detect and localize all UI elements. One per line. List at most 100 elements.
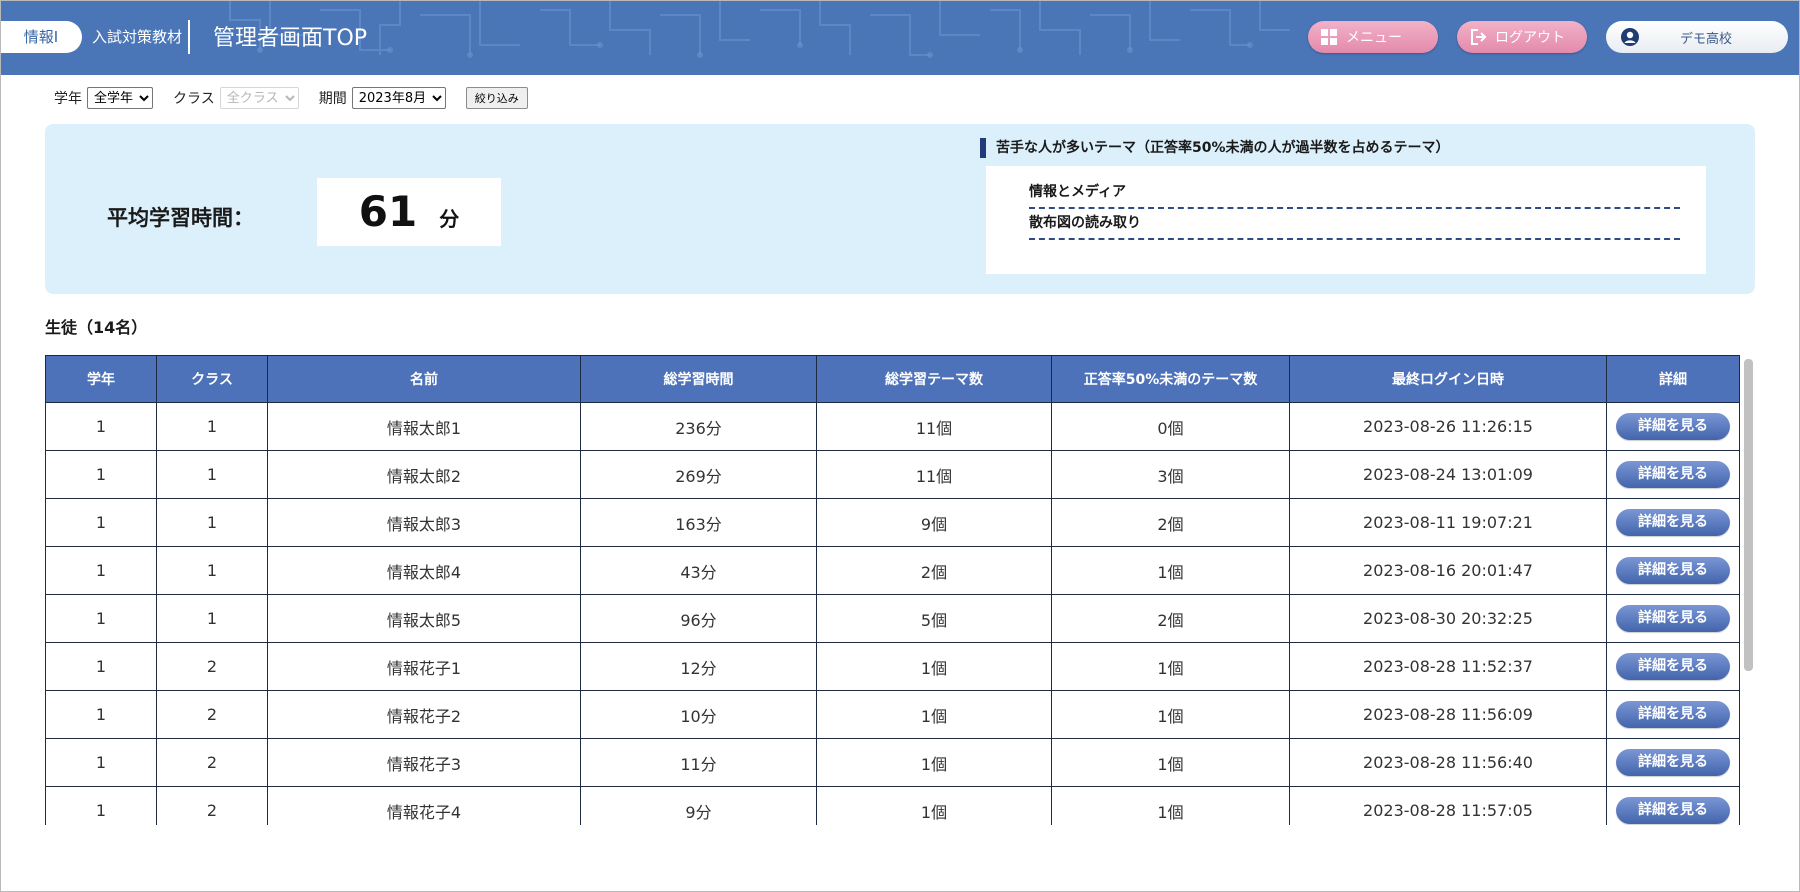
- cell-total-time: 236分: [580, 402, 817, 451]
- view-detail-button[interactable]: 詳細を見る: [1616, 749, 1730, 776]
- period-select[interactable]: 2023年8月: [351, 87, 446, 109]
- cell-weak-count: 1個: [1051, 738, 1290, 787]
- table-row: 1 2 情報花子3 11分 1個 1個 2023-08-28 11:56:40 詳細を見る: [45, 738, 1740, 787]
- table-row: 1 2 情報花子1 12分 1個 1個 2023-08-28 11:52:37 詳細を見る: [45, 642, 1740, 691]
- cell-name: 情報太郎4: [267, 546, 581, 595]
- summary-panel: 平均学習時間： 61 分 苦手な人が多いテーマ（正答率50%未満の人が過半数を占…: [45, 124, 1755, 294]
- brand-badge: 情報I: [0, 21, 82, 53]
- view-detail-button[interactable]: 詳細を見る: [1616, 461, 1730, 488]
- class-select[interactable]: 全クラス: [219, 87, 299, 109]
- user-icon: [1621, 28, 1639, 46]
- cell-theme-count: 1個: [816, 690, 1052, 739]
- view-detail-button[interactable]: 詳細を見る: [1616, 653, 1730, 680]
- cell-class: 2: [156, 690, 268, 739]
- cell-class: 1: [156, 402, 268, 451]
- cell-last-login: 2023-08-16 20:01:47: [1289, 546, 1607, 595]
- table-row: 1 1 情報太郎1 236分 11個 0個 2023-08-26 11:26:15 詳細を見る: [45, 402, 1740, 451]
- cell-class: 2: [156, 642, 268, 691]
- view-detail-button[interactable]: 詳細を見る: [1616, 413, 1730, 440]
- cell-weak-count: 1個: [1051, 642, 1290, 691]
- weak-theme-item: 散布図の読み取り: [1029, 209, 1680, 240]
- column-header-total-time: 総学習時間: [580, 355, 817, 403]
- cell-class: 2: [156, 786, 268, 825]
- column-header-name: 名前: [267, 355, 581, 403]
- view-detail-button[interactable]: 詳細を見る: [1616, 797, 1730, 824]
- cell-weak-count: 2個: [1051, 498, 1290, 547]
- cell-detail: 詳細を見る: [1606, 642, 1740, 691]
- cell-weak-count: 2個: [1051, 594, 1290, 643]
- column-header-weak-count: 正答率50%未満のテーマ数: [1051, 355, 1290, 403]
- grid-icon: [1321, 29, 1337, 45]
- logout-icon: [1471, 29, 1487, 45]
- cell-total-time: 43分: [580, 546, 817, 595]
- cell-weak-count: 1個: [1051, 546, 1290, 595]
- students-table-container[interactable]: 学年 クラス 名前 総学習時間 総学習テーマ数 正答率50%未満のテーマ数 最終…: [45, 355, 1754, 825]
- table-header-row: 学年 クラス 名前 総学習時間 総学習テーマ数 正答率50%未満のテーマ数 最終…: [45, 355, 1740, 403]
- cell-detail: 詳細を見る: [1606, 546, 1740, 595]
- cell-detail: 詳細を見る: [1606, 402, 1740, 451]
- cell-weak-count: 0個: [1051, 402, 1290, 451]
- students-heading: 生徒（14名）: [45, 318, 148, 337]
- table-row: 1 1 情報太郎5 96分 5個 2個 2023-08-30 20:32:25 詳細を見る: [45, 594, 1740, 643]
- cell-detail: 詳細を見る: [1606, 594, 1740, 643]
- cell-class: 1: [156, 450, 268, 499]
- cell-total-time: 11分: [580, 738, 817, 787]
- cell-detail: 詳細を見る: [1606, 450, 1740, 499]
- students-table: 学年 クラス 名前 総学習時間 総学習テーマ数 正答率50%未満のテーマ数 最終…: [45, 355, 1740, 825]
- table-row: 1 1 情報太郎2 269分 11個 3個 2023-08-24 13:01:09 詳細を見る: [45, 450, 1740, 499]
- cell-detail: 詳細を見る: [1606, 786, 1740, 825]
- table-scrollbar[interactable]: [1744, 359, 1753, 671]
- cell-name: 情報太郎2: [267, 450, 581, 499]
- cell-weak-count: 1個: [1051, 786, 1290, 825]
- menu-label: メニュー: [1346, 30, 1402, 46]
- cell-last-login: 2023-08-11 19:07:21: [1289, 498, 1607, 547]
- filter-bar: 学年 全学年 クラス 全クラス 期間 2023年8月 絞り込み: [54, 86, 528, 110]
- table-row: 1 2 情報花子2 10分 1個 1個 2023-08-28 11:56:09 詳細を見る: [45, 690, 1740, 739]
- cell-grade: 1: [45, 546, 157, 595]
- view-detail-button[interactable]: 詳細を見る: [1616, 701, 1730, 728]
- cell-weak-count: 3個: [1051, 450, 1290, 499]
- view-detail-button[interactable]: 詳細を見る: [1616, 557, 1730, 584]
- cell-total-time: 163分: [580, 498, 817, 547]
- grade-select[interactable]: 全学年: [87, 87, 153, 109]
- cell-detail: 詳細を見る: [1606, 498, 1740, 547]
- cell-last-login: 2023-08-28 11:57:05: [1289, 786, 1607, 825]
- cell-detail: 詳細を見る: [1606, 690, 1740, 739]
- cell-theme-count: 11個: [816, 450, 1052, 499]
- cell-last-login: 2023-08-30 20:32:25: [1289, 594, 1607, 643]
- cell-name: 情報花子3: [267, 738, 581, 787]
- weak-theme-item: 情報とメディア: [1029, 178, 1680, 209]
- filter-button[interactable]: 絞り込み: [465, 87, 528, 109]
- cell-last-login: 2023-08-28 11:56:09: [1289, 690, 1607, 739]
- avg-study-time-unit: 分: [439, 207, 460, 231]
- cell-theme-count: 1個: [816, 738, 1052, 787]
- view-detail-button[interactable]: 詳細を見る: [1616, 509, 1730, 536]
- user-account[interactable]: デモ高校: [1606, 21, 1788, 53]
- cell-class: 1: [156, 546, 268, 595]
- cell-grade: 1: [45, 498, 157, 547]
- page-title: 管理者画面TOP: [213, 26, 368, 51]
- logout-button[interactable]: ログアウト: [1457, 21, 1587, 53]
- cell-detail: 詳細を見る: [1606, 738, 1740, 787]
- weak-themes-title: 苦手な人が多いテーマ（正答率50%未満の人が過半数を占めるテーマ）: [980, 138, 1450, 158]
- column-header-grade: 学年: [45, 355, 157, 403]
- cell-name: 情報太郎1: [267, 402, 581, 451]
- cell-grade: 1: [45, 690, 157, 739]
- menu-button[interactable]: メニュー: [1308, 21, 1438, 53]
- brand-subtitle: 入試対策教材: [92, 28, 183, 46]
- cell-grade: 1: [45, 786, 157, 825]
- view-detail-button[interactable]: 詳細を見る: [1616, 605, 1730, 632]
- cell-grade: 1: [45, 594, 157, 643]
- cell-last-login: 2023-08-28 11:56:40: [1289, 738, 1607, 787]
- user-name: デモ高校: [1680, 31, 1733, 47]
- cell-name: 情報花子4: [267, 786, 581, 825]
- period-label: 期間: [318, 91, 347, 107]
- cell-class: 1: [156, 594, 268, 643]
- grade-label: 学年: [54, 91, 82, 107]
- cell-theme-count: 1個: [816, 786, 1052, 825]
- cell-theme-count: 9個: [816, 498, 1052, 547]
- cell-class: 2: [156, 738, 268, 787]
- cell-total-time: 269分: [580, 450, 817, 499]
- cell-grade: 1: [45, 402, 157, 451]
- cell-name: 情報太郎3: [267, 498, 581, 547]
